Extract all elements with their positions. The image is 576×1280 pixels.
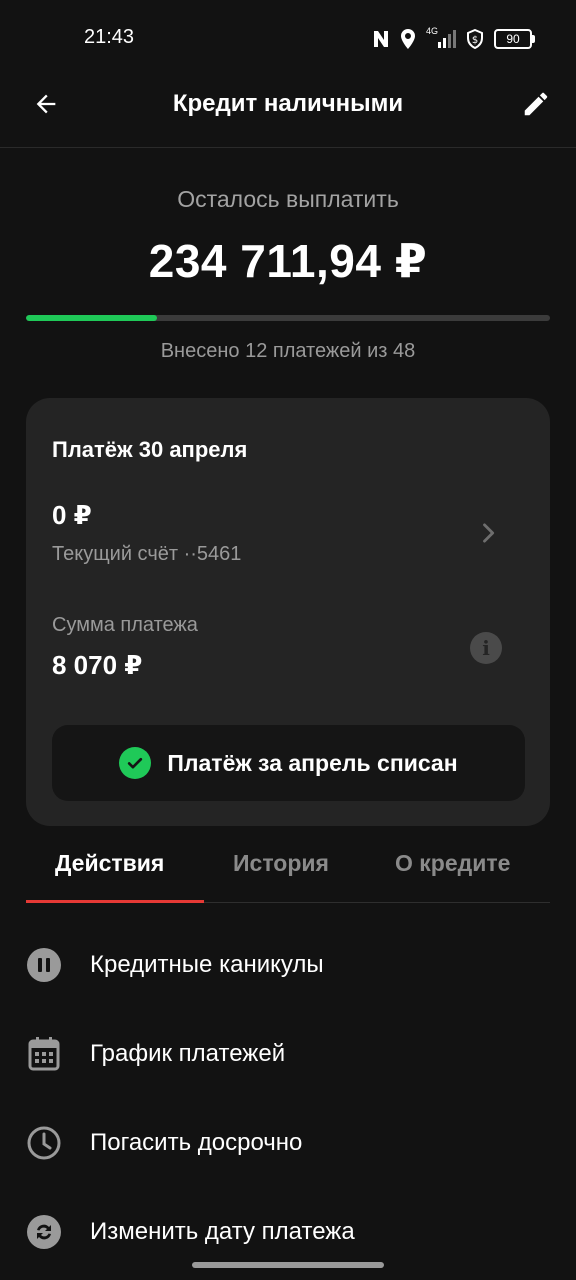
nfc-icon [374, 31, 388, 47]
tab-about-credit[interactable]: О кредите [395, 850, 510, 877]
status-time: 21:43 [84, 26, 135, 48]
pause-icon [26, 947, 62, 983]
tab-actions[interactable]: Действия [55, 850, 164, 877]
status-icons: 4G $ 90 [372, 26, 535, 52]
header-divider [0, 147, 576, 148]
signal-icon: 4G [426, 26, 456, 48]
pencil-icon [524, 92, 548, 116]
list-item-label: Погасить досрочно [90, 1129, 303, 1156]
refresh-icon [26, 1214, 62, 1250]
payment-status-banner: Платёж за апрель списан [52, 725, 525, 801]
svg-text:$: $ [472, 35, 478, 46]
list-item-payment-schedule[interactable]: График платежей [26, 1024, 550, 1084]
network-type: 4G [426, 26, 439, 36]
remaining-label: Осталось выплатить [177, 186, 399, 212]
list-item-credit-holidays[interactable]: Кредитные каникулы [26, 935, 550, 995]
progress-caption: Внесено 12 платежей из 48 [160, 340, 416, 362]
battery-icon: 90 [494, 29, 535, 49]
list-item-early-repayment[interactable]: Погасить досрочно [26, 1113, 550, 1173]
edit-button[interactable] [518, 86, 554, 122]
battery-level: 90 [506, 32, 520, 46]
clock-icon [26, 1125, 62, 1161]
payment-progress-fill [26, 315, 157, 321]
home-indicator[interactable] [192, 1262, 384, 1268]
info-icon[interactable]: i [470, 632, 502, 664]
check-circle-icon [119, 747, 152, 779]
payment-sum-label: Сумма платежа [52, 614, 198, 636]
list-item-label: Изменить дату платежа [90, 1218, 355, 1245]
payment-progress-bar [26, 315, 550, 321]
list-item-label: Кредитные каникулы [90, 951, 324, 978]
calendar-icon [26, 1036, 62, 1072]
remaining-amount: 234 711,94 ₽ [148, 235, 428, 287]
account-amount[interactable]: 0 ₽ [52, 500, 92, 531]
shield-dollar-icon: $ [467, 29, 483, 49]
list-item-change-payment-date[interactable]: Изменить дату платежа [26, 1202, 550, 1262]
tab-history[interactable]: История [233, 850, 329, 877]
chevron-right-icon[interactable] [474, 518, 502, 548]
page-title: Кредит наличными [172, 90, 404, 117]
location-icon [401, 29, 415, 49]
account-name[interactable]: Текущий счёт ··5461 [52, 543, 241, 566]
payment-sum-value: 8 070 ₽ [52, 650, 143, 680]
payment-status-text: Платёж за апрель списан [167, 749, 458, 776]
list-item-label: График платежей [90, 1040, 286, 1067]
active-tab-indicator [26, 900, 204, 903]
payment-card-title: Платёж 30 апреля [52, 437, 248, 462]
